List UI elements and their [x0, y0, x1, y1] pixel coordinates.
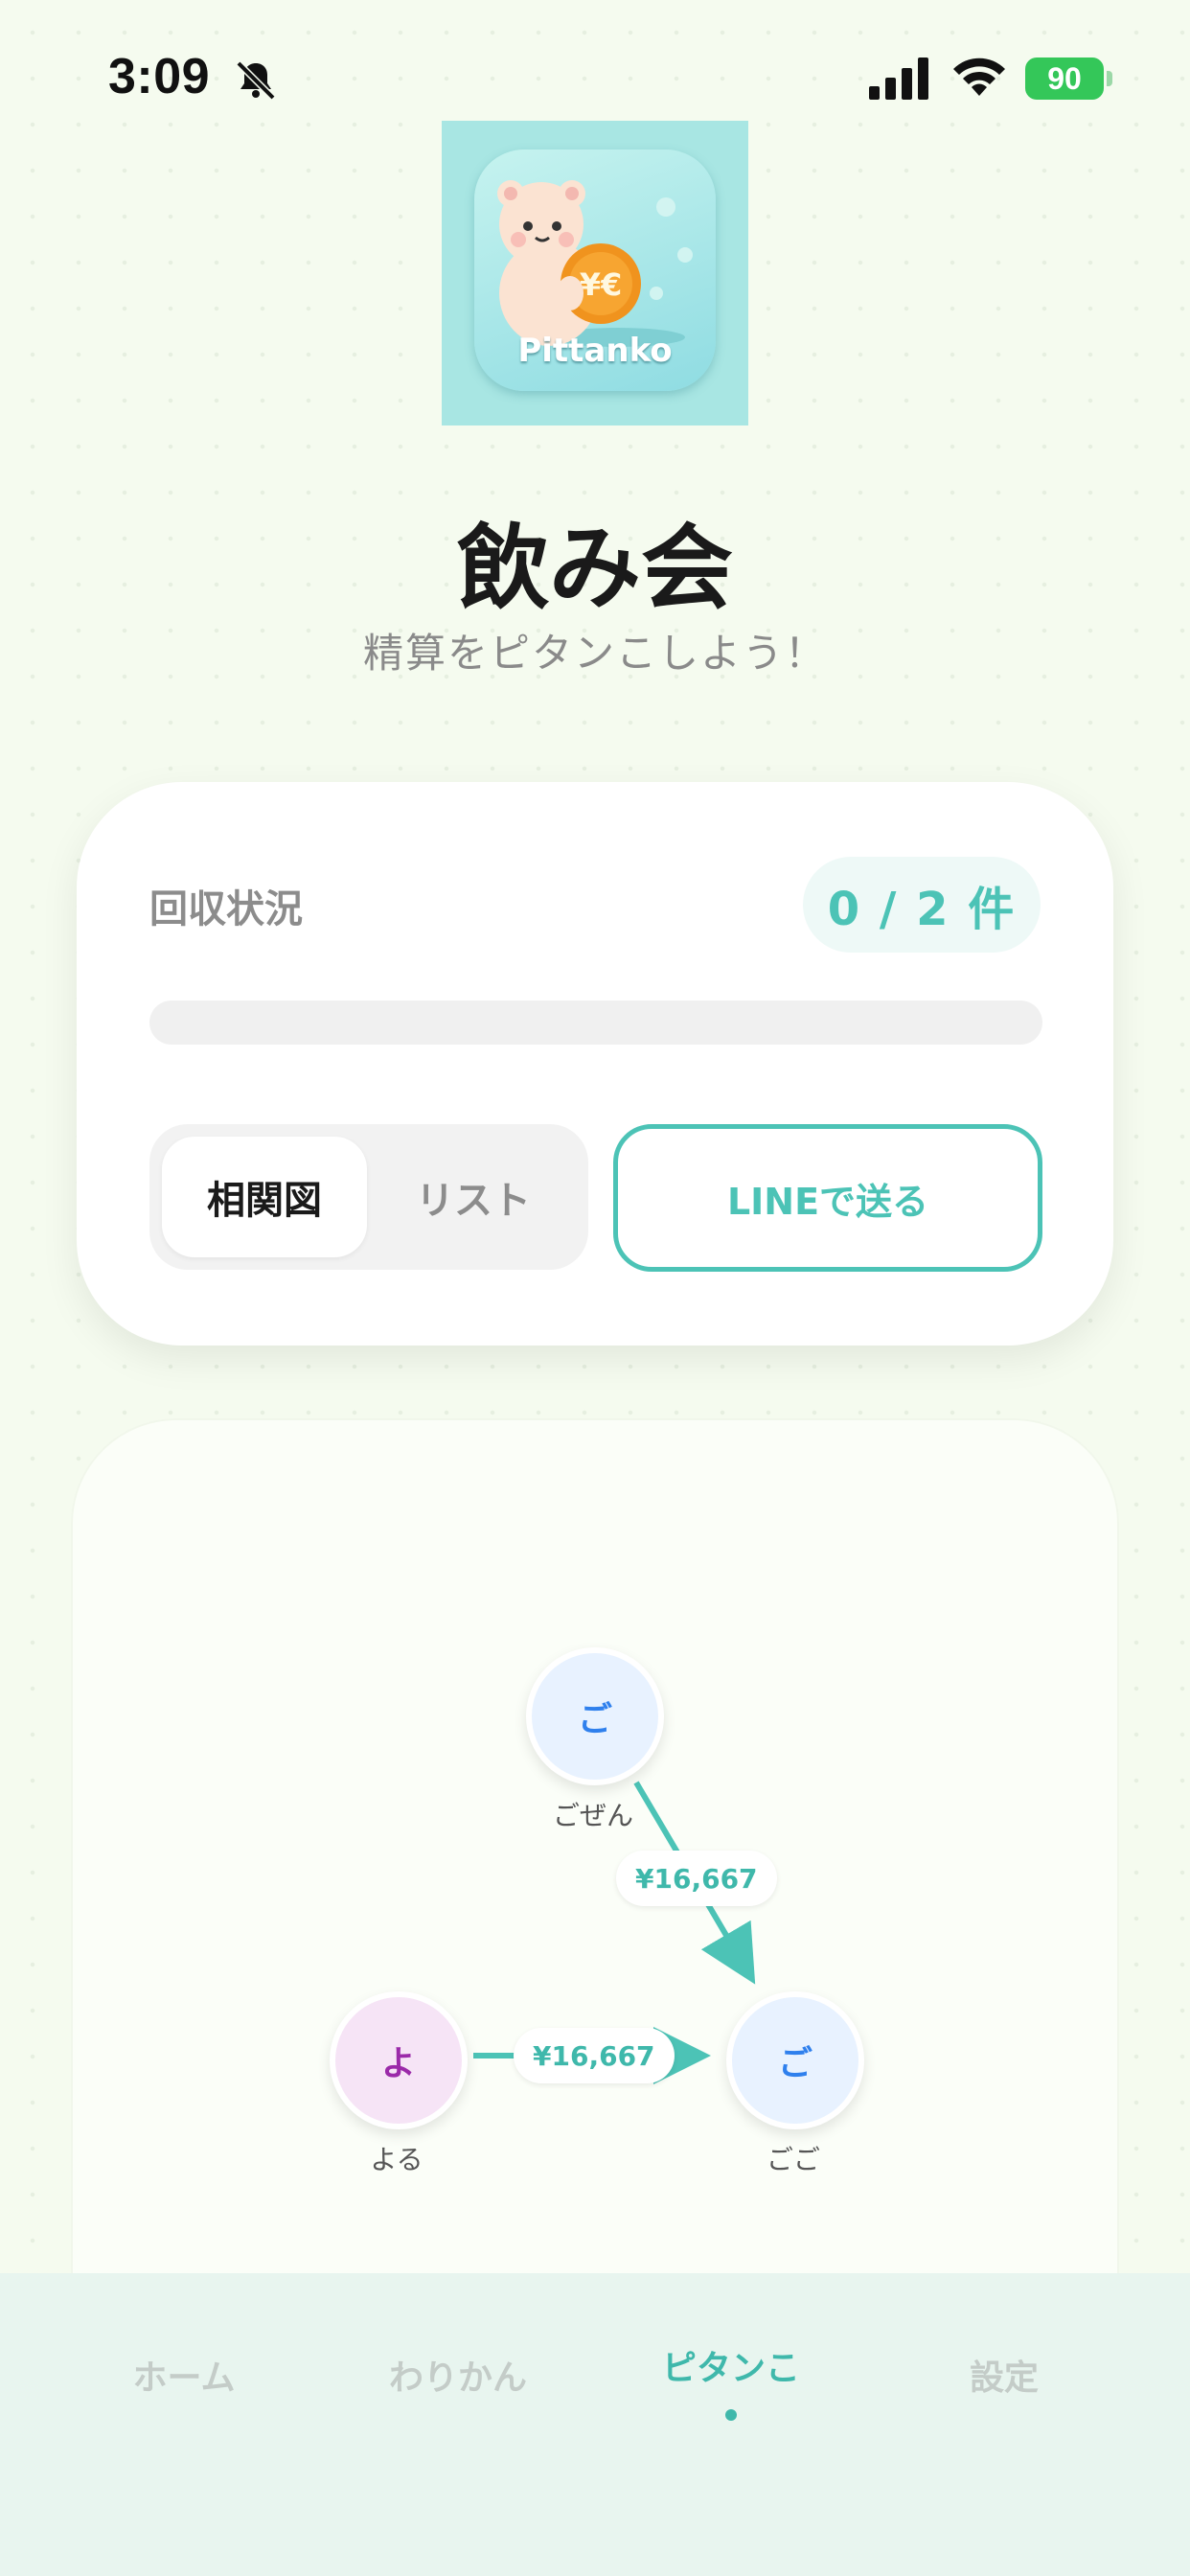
send-via-line-button[interactable]: LINEで送る	[613, 1124, 1042, 1272]
app-icon-label: Pittanko	[517, 332, 673, 370]
wifi-icon	[953, 58, 1005, 96]
nav-settings[interactable]: 設定	[880, 2350, 1129, 2400]
app-icon-container: ¥€ Pittanko	[442, 121, 748, 426]
node-gozen[interactable]: ご	[526, 1647, 664, 1785]
relationship-graph-panel	[71, 1418, 1119, 2377]
view-toggle: 相関図 リスト	[149, 1124, 588, 1270]
toggle-graph-view[interactable]: 相関図	[162, 1137, 367, 1257]
collection-status-label: 回収状況	[149, 887, 303, 932]
toggle-list-view[interactable]: リスト	[371, 1137, 576, 1257]
node-yoru[interactable]: よ	[330, 1991, 468, 2129]
nav-warikan[interactable]: わりかん	[333, 2350, 583, 2400]
edge-amount-yoru-to-gogo: ¥16,667	[514, 2028, 675, 2083]
node-gogo[interactable]: ご	[726, 1991, 864, 2129]
nav-active-indicator	[725, 2409, 737, 2421]
bell-muted-icon	[236, 60, 276, 101]
battery-level: 90	[1025, 58, 1104, 100]
nav-pittanko[interactable]: ピタンこ	[606, 2340, 856, 2390]
battery-tip	[1107, 71, 1112, 86]
node-label-gogo: ごご	[766, 2144, 820, 2175]
page-title: 飲み会	[457, 515, 733, 622]
cellular-signal-icon	[869, 58, 928, 100]
bottom-navigation: ホーム わりかん ピタンこ 設定	[0, 2273, 1190, 2576]
node-label-yoru: よる	[370, 2144, 423, 2175]
collection-progress-bar	[149, 1000, 1042, 1045]
node-label-gozen: ごぜん	[552, 1800, 633, 1831]
page-subtitle: 精算をピタンこしよう！	[362, 630, 827, 677]
nav-home[interactable]: ホーム	[59, 2350, 309, 2400]
svg-text:¥€: ¥€	[580, 266, 623, 303]
collection-count-badge: 0 / 2 件	[803, 857, 1041, 953]
edge-amount-gozen-to-gogo: ¥16,667	[616, 1851, 777, 1906]
bear-holding-coin-icon: ¥€ Pittanko	[474, 150, 716, 391]
collection-status-card: 回収状況 0 / 2 件 相関図 リスト LINEで送る	[77, 782, 1113, 1346]
status-time: 3:09	[108, 49, 211, 104]
battery-indicator: 90	[1025, 58, 1112, 100]
